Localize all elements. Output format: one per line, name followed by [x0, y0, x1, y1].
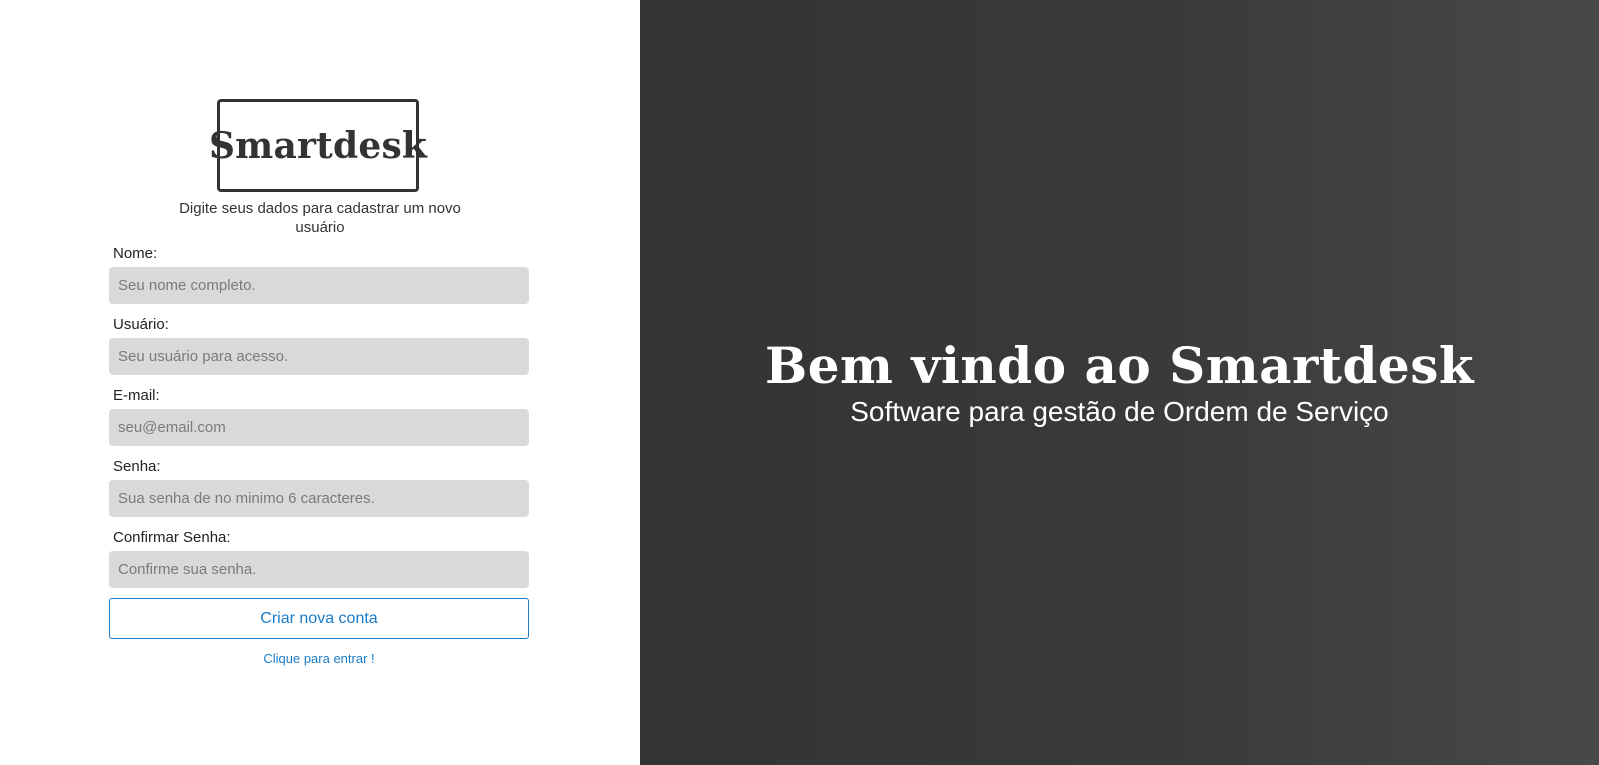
password-input[interactable] [109, 480, 529, 517]
email-label: E-mail: [113, 387, 160, 404]
name-input[interactable] [109, 267, 529, 304]
login-link[interactable]: Clique para entrar ! [109, 651, 529, 666]
signup-panel: Smartdesk Digite seus dados para cadastr… [0, 0, 640, 765]
confirm-password-label: Confirmar Senha: [113, 529, 231, 546]
brand-logo-text: Smartdesk [208, 124, 428, 167]
confirm-password-input[interactable] [109, 551, 529, 588]
form-instruction: Digite seus dados para cadastrar um novo… [179, 200, 461, 236]
signup-form: Nome: Usuário: E-mail: Senha: Confirmar … [109, 245, 529, 666]
username-input[interactable] [109, 338, 529, 375]
welcome-title: Bem vindo ao Smartdesk [764, 335, 1475, 395]
welcome-subtitle: Software para gestão de Ordem de Serviço [850, 395, 1389, 427]
welcome-panel: Bem vindo ao Smartdesk Software para ges… [640, 0, 1599, 765]
signup-page: Smartdesk Digite seus dados para cadastr… [0, 0, 1599, 765]
brand-logo: Smartdesk [209, 99, 427, 192]
email-input[interactable] [109, 409, 529, 446]
password-label: Senha: [113, 458, 161, 475]
name-label: Nome: [113, 245, 158, 262]
username-label: Usuário: [113, 316, 169, 333]
create-account-button[interactable]: Criar nova conta [109, 598, 529, 639]
